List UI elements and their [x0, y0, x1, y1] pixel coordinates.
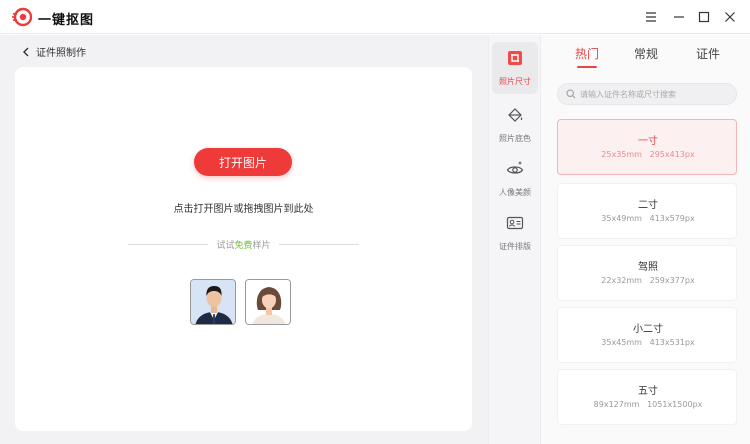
- size-name: 二寸: [638, 200, 658, 211]
- upload-card[interactable]: 打开图片 点击打开图片或拖拽图片到此处 试试免费样片: [15, 67, 472, 431]
- size-px: 295x413px: [649, 150, 695, 159]
- size-name: 驾照: [638, 262, 658, 273]
- size-px: 1051x1500px: [647, 400, 703, 409]
- workspace-area: 证件照制作 打开图片 点击打开图片或拖拽图片到此处 试试免费样片: [0, 35, 488, 444]
- size-name: 一寸: [638, 136, 658, 147]
- size-mm: 89x127mm: [593, 400, 640, 409]
- tool-label: 照片尺寸: [499, 77, 531, 86]
- sample-photo-male[interactable]: [190, 279, 236, 325]
- tool-photo-size[interactable]: 照片尺寸: [492, 42, 538, 94]
- tab-common[interactable]: 常规: [634, 45, 658, 62]
- size-card[interactable]: 驾照 22x32mm 259x377px: [557, 245, 737, 301]
- sample-prefix: 试试: [216, 241, 235, 251]
- size-card[interactable]: 二寸 35x49mm 413x579px: [557, 183, 737, 239]
- open-image-button[interactable]: 打开图片: [194, 148, 292, 176]
- tool-layout[interactable]: 证件排版: [492, 207, 538, 259]
- tool-beauty[interactable]: 人像美颜: [492, 153, 538, 205]
- sample-divider: 试试免费样片: [128, 236, 359, 252]
- size-mm: 22x32mm: [601, 276, 642, 285]
- size-dimensions: 35x45mm 413x531px: [558, 338, 738, 347]
- close-icon[interactable]: [722, 9, 738, 25]
- sample-free: 免费: [234, 241, 253, 251]
- tool-label: 证件排版: [499, 242, 531, 251]
- tab-hot[interactable]: 热门: [575, 45, 599, 62]
- tool-label: 照片底色: [499, 134, 531, 143]
- sample-photo-female[interactable]: [245, 279, 291, 325]
- id-card-icon: [506, 216, 524, 230]
- crop-icon: [508, 51, 522, 65]
- size-px: 259x377px: [649, 276, 695, 285]
- size-card[interactable]: 一寸 25x35mm 295x413px: [557, 119, 737, 175]
- size-panel: 热门 常规 证件 一寸 25x35mm 295x413px 二寸 35x49mm…: [540, 35, 750, 444]
- chevron-left-icon: [23, 47, 29, 56]
- active-tab-indicator: [577, 66, 597, 68]
- minimize-icon[interactable]: [671, 9, 687, 25]
- size-mm: 35x45mm: [601, 338, 642, 347]
- size-name: 小二寸: [633, 324, 663, 335]
- divider-line-right: [279, 244, 359, 245]
- size-dimensions: 89x127mm 1051x1500px: [558, 400, 738, 409]
- size-name: 五寸: [638, 386, 658, 397]
- size-card[interactable]: 小二寸 35x45mm 413x531px: [557, 307, 737, 363]
- tool-label: 人像美颜: [499, 188, 531, 197]
- size-mm: 25x35mm: [601, 150, 642, 159]
- size-card[interactable]: 五寸 89x127mm 1051x1500px: [557, 369, 737, 425]
- size-dimensions: 22x32mm 259x377px: [558, 276, 738, 285]
- size-px: 413x579px: [649, 214, 695, 223]
- drop-hint: 点击打开图片或拖拽图片到此处: [173, 204, 314, 215]
- menu-icon[interactable]: [643, 9, 659, 25]
- size-mm: 35x49mm: [601, 214, 642, 223]
- search-box[interactable]: [557, 83, 737, 105]
- app-title: 一键抠图: [38, 13, 95, 28]
- tab-certificates[interactable]: 证件: [696, 45, 720, 62]
- breadcrumb-label: 证件照制作: [36, 48, 86, 59]
- tool-background-color[interactable]: 照片底色: [492, 99, 538, 151]
- title-bar: 一键抠图: [0, 0, 750, 34]
- tool-sidebar: 照片尺寸 照片底色 人像美颜 证件排版: [488, 35, 540, 444]
- size-dimensions: 25x35mm 295x413px: [558, 150, 738, 159]
- back-button[interactable]: 证件照制作: [22, 44, 86, 59]
- app-logo-icon: [12, 7, 32, 27]
- size-px: 413x531px: [649, 338, 695, 347]
- search-input[interactable]: [580, 89, 730, 99]
- eye-sparkle-icon: [506, 161, 524, 174]
- sample-suffix: 样片: [252, 241, 271, 251]
- paint-bucket-icon: [508, 108, 523, 122]
- maximize-icon[interactable]: [696, 9, 712, 25]
- size-dimensions: 35x49mm 413x579px: [558, 214, 738, 223]
- search-icon: [566, 89, 576, 99]
